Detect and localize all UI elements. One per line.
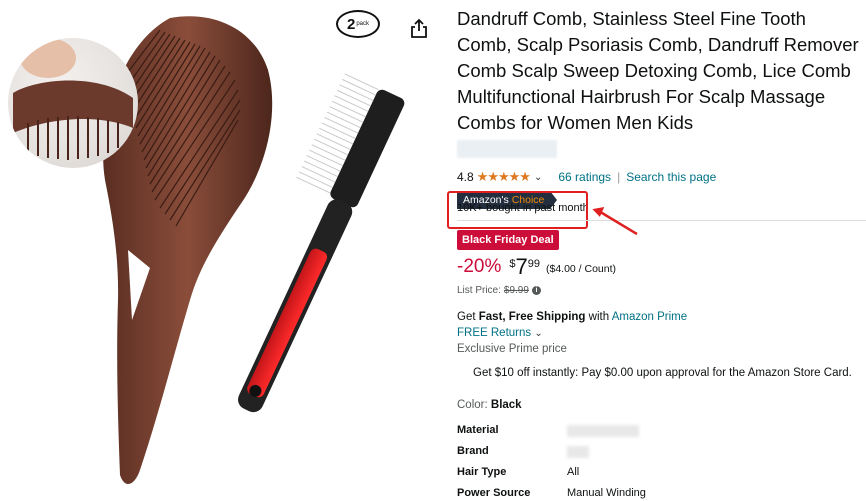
list-price-value: $9.99 xyxy=(503,285,529,296)
spec-row: Material xyxy=(457,422,866,443)
highlight-box xyxy=(447,191,588,229)
shipping-bold: Fast, Free Shipping xyxy=(478,311,586,323)
spec-value: All xyxy=(567,466,580,478)
color-value: Black xyxy=(490,399,522,411)
shipping-get: Get xyxy=(457,311,476,323)
product-image-area[interactable]: 2 pack xyxy=(0,0,445,501)
info-icon[interactable]: i xyxy=(531,286,541,295)
black-friday-deal-badge: Black Friday Deal xyxy=(457,230,559,250)
red-arrow-annotation xyxy=(592,207,638,236)
discount-percent: -20% xyxy=(457,256,502,277)
list-price-label: List Price: xyxy=(457,285,501,296)
spec-row: Hair Type All xyxy=(457,464,866,485)
redacted-store-link xyxy=(457,140,557,158)
rating-value: 4.8 xyxy=(457,170,474,184)
separator: | xyxy=(617,170,621,184)
spec-key: Brand xyxy=(457,445,489,457)
pack-number: 2 xyxy=(346,15,356,33)
chevron-down-icon: ⌄ xyxy=(534,328,543,339)
free-returns-label: FREE Returns xyxy=(457,327,532,339)
rating-row: 4.8 ★★★★★ ⌄ 66 ratings | Search this pag… xyxy=(457,169,866,185)
price-row: -20% $ 7 99 ($4.00 / Count) xyxy=(457,256,616,278)
share-icon[interactable] xyxy=(409,18,429,40)
divider xyxy=(457,220,866,221)
spec-row: Power Source Manual Winding xyxy=(457,485,866,501)
unit-price: ($4.00 / Count) xyxy=(545,263,617,275)
amazon-prime-link[interactable]: Amazon Prime xyxy=(612,311,687,323)
star-rating[interactable]: ★★★★★ xyxy=(477,169,531,185)
spec-table: Material Brand Hair Type All Power Sourc… xyxy=(457,422,866,501)
redacted-value xyxy=(567,425,639,437)
store-card-offer[interactable]: Get $10 off instantly: Pay $0.00 upon ap… xyxy=(473,367,852,379)
spec-row: Brand xyxy=(457,443,866,464)
product-info-panel: Dandruff Comb, Stainless Steel Fine Toot… xyxy=(447,6,866,499)
pack-text: pack xyxy=(356,21,370,27)
list-price: List Price: $9.99 i xyxy=(457,285,541,296)
color-row: Color: Black xyxy=(457,399,522,411)
chevron-down-icon[interactable]: ⌄ xyxy=(534,172,542,183)
price-fraction: 99 xyxy=(527,258,540,270)
ratings-count-link[interactable]: 66 ratings xyxy=(558,170,611,184)
zoom-detail-image xyxy=(8,38,138,168)
redacted-value xyxy=(567,446,589,458)
shipping-with: with xyxy=(588,311,610,323)
color-label: Color: xyxy=(457,399,488,411)
pack-badge: 2 pack xyxy=(336,10,380,38)
price-whole: 7 xyxy=(515,254,528,279)
free-returns-link[interactable]: FREE Returns ⌄ xyxy=(457,327,543,339)
exclusive-prime-price: Exclusive Prime price xyxy=(457,343,567,355)
search-this-page-link[interactable]: Search this page xyxy=(626,170,716,184)
spec-key: Power Source xyxy=(457,487,531,499)
spec-key: Hair Type xyxy=(457,466,507,478)
spec-key: Material xyxy=(457,424,499,436)
spec-value: Manual Winding xyxy=(567,487,646,499)
product-title: Dandruff Comb, Stainless Steel Fine Toot… xyxy=(457,8,859,133)
shipping-info: Get Fast, Free Shipping with Amazon Prim… xyxy=(457,311,687,323)
